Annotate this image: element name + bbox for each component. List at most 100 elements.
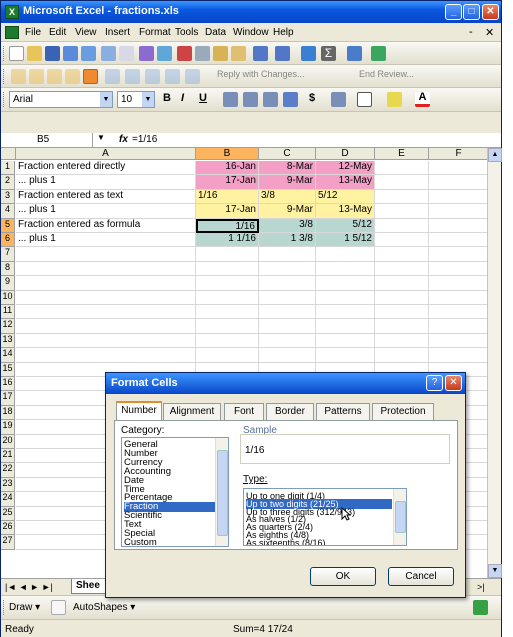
open-icon[interactable]: [27, 46, 42, 61]
grid-cell[interactable]: [429, 276, 487, 291]
select-objects-icon[interactable]: [51, 600, 66, 615]
grid-cell[interactable]: [259, 348, 316, 363]
tab-protection[interactable]: Protection: [372, 403, 434, 420]
font-name-combo[interactable]: Arial ▼: [9, 91, 113, 108]
grid-cell[interactable]: 13-May: [316, 175, 375, 190]
prev-comment-icon[interactable]: [29, 69, 44, 84]
grid-cell[interactable]: [429, 319, 487, 334]
row-header[interactable]: 6: [1, 233, 15, 248]
scroll-thumb[interactable]: [395, 501, 406, 533]
grid-cell[interactable]: [429, 262, 487, 277]
grid-cell[interactable]: [16, 305, 196, 320]
grid-cell[interactable]: [375, 305, 429, 320]
grid-cell[interactable]: [375, 247, 429, 262]
grid-cell[interactable]: [16, 333, 196, 349]
grid-cell[interactable]: [429, 348, 487, 363]
grid-cell[interactable]: [196, 333, 259, 349]
print-icon[interactable]: [101, 46, 116, 61]
grid-cell[interactable]: ... plus 1: [16, 175, 196, 190]
grid-cell[interactable]: [375, 276, 429, 291]
grid-cell[interactable]: 16-Jan: [196, 161, 259, 176]
grid-cell[interactable]: [375, 333, 429, 349]
column-header-a[interactable]: A: [16, 148, 196, 160]
grid-cell[interactable]: [196, 305, 259, 320]
column-header-b[interactable]: B: [196, 148, 259, 160]
grid-cell[interactable]: [375, 348, 429, 363]
menu-view[interactable]: View: [75, 27, 97, 38]
row-header[interactable]: 17: [1, 391, 15, 406]
grid-cell[interactable]: 17-Jan: [196, 175, 259, 190]
track-changes-icon[interactable]: [125, 69, 140, 84]
grid-cell[interactable]: [429, 334, 487, 349]
tab-number[interactable]: Number: [116, 401, 162, 421]
grid-cell[interactable]: [196, 290, 259, 305]
align-right-icon[interactable]: [263, 92, 278, 107]
grid-cell[interactable]: [16, 290, 196, 305]
font-color-icon[interactable]: A: [415, 92, 430, 107]
ink-icon[interactable]: [145, 69, 160, 84]
grid-cell[interactable]: Fraction entered as text: [16, 189, 196, 205]
cancel-button[interactable]: Cancel: [388, 567, 454, 586]
chevron-down-icon[interactable]: ▼: [97, 133, 105, 142]
row-header[interactable]: 3: [1, 189, 15, 205]
menu-file[interactable]: File: [25, 27, 41, 38]
chevron-down-icon[interactable]: ▼: [100, 92, 112, 107]
grid-cell[interactable]: [375, 319, 429, 334]
row-header[interactable]: 23: [1, 477, 15, 493]
comment-icon[interactable]: [11, 69, 26, 84]
toolbar-grip[interactable]: [3, 92, 6, 107]
row-header[interactable]: 18: [1, 405, 15, 421]
sort-ascending-icon[interactable]: [347, 46, 362, 61]
grid-cell[interactable]: [375, 189, 429, 205]
tab-alignment[interactable]: Alignment: [163, 403, 221, 420]
undo-icon[interactable]: [253, 46, 268, 61]
grid-cell[interactable]: [429, 190, 487, 205]
grid-cell[interactable]: ... plus 1: [16, 204, 196, 219]
borders-icon[interactable]: [357, 92, 372, 107]
send-icon[interactable]: [165, 69, 180, 84]
save-icon[interactable]: [45, 46, 60, 61]
grid-cell[interactable]: [16, 261, 196, 277]
category-scrollbar[interactable]: [215, 438, 228, 546]
row-header[interactable]: 25: [1, 506, 15, 521]
grid-cell[interactable]: [429, 219, 487, 233]
grid-cell[interactable]: [316, 276, 375, 291]
horizontal-scroll-right-arrow[interactable]: >|: [477, 582, 485, 592]
row-header[interactable]: 19: [1, 420, 15, 435]
name-box[interactable]: B5: [3, 133, 93, 147]
scroll-down-arrow[interactable]: ▼: [488, 564, 502, 578]
row-header[interactable]: 9: [1, 276, 15, 291]
row-header[interactable]: 16: [1, 377, 15, 392]
row-header[interactable]: 14: [1, 348, 15, 363]
grid-cell[interactable]: 8-Mar: [259, 161, 316, 176]
menu-help[interactable]: Help: [273, 27, 294, 38]
grid-cell[interactable]: [16, 247, 196, 262]
row-header[interactable]: 7: [1, 247, 15, 262]
excel-app-icon[interactable]: X: [5, 5, 19, 19]
grid-cell[interactable]: [316, 305, 375, 320]
print-preview-icon[interactable]: [119, 46, 134, 61]
grid-cell[interactable]: [16, 348, 196, 363]
sheet-nav-arrows[interactable]: |◄ ◄ ► ►|: [5, 582, 53, 592]
grid-cell[interactable]: [375, 204, 429, 219]
redo-icon[interactable]: [275, 46, 290, 61]
menu-tools[interactable]: Tools: [175, 27, 198, 38]
menu-window[interactable]: Window: [233, 27, 269, 38]
grid-cell[interactable]: 1 3/8: [259, 233, 316, 248]
underline-button[interactable]: U: [199, 92, 207, 104]
grid-cell[interactable]: 13-May: [316, 204, 375, 219]
grid-cell[interactable]: [259, 319, 316, 334]
end-review-button[interactable]: End Review...: [359, 69, 414, 79]
grid-cell[interactable]: [375, 290, 429, 305]
grid-cell[interactable]: [429, 161, 487, 176]
grid-cell[interactable]: 1/16: [196, 218, 259, 233]
autoshapes-menu-button[interactable]: AutoShapes ▾: [73, 602, 135, 613]
tab-font[interactable]: Font: [224, 403, 264, 420]
paste-icon[interactable]: [213, 46, 228, 61]
currency-button[interactable]: $: [309, 92, 315, 104]
grid-cell[interactable]: 3/8: [259, 189, 316, 205]
permission-icon[interactable]: [63, 46, 78, 61]
row-header[interactable]: 15: [1, 362, 15, 377]
grid-cell[interactable]: [429, 305, 487, 320]
tab-patterns[interactable]: Patterns: [316, 403, 370, 420]
